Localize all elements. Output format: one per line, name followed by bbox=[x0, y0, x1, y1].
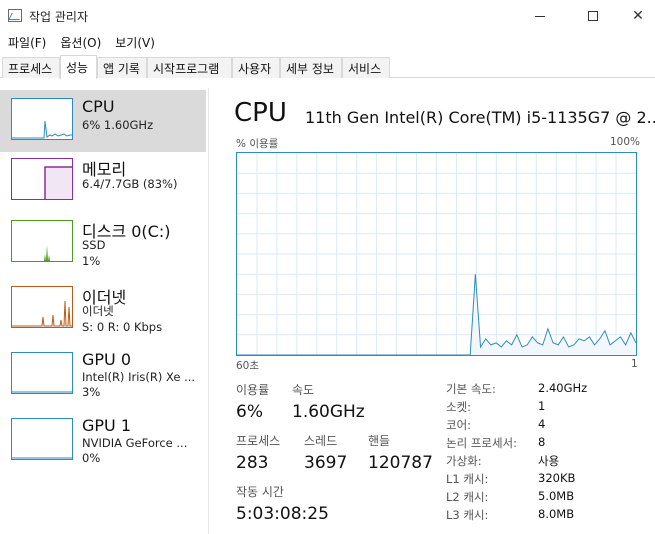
spec-label-sockets: 소켓: bbox=[446, 400, 472, 414]
resource-disk[interactable]: 디스크 0(C:) SSD 1% bbox=[0, 216, 206, 278]
tab-services[interactable]: 서비스 bbox=[342, 57, 390, 78]
cpu-thumbnail-graph bbox=[11, 98, 73, 140]
task-manager-app-icon bbox=[8, 9, 22, 22]
threads-label: 스레드 bbox=[304, 434, 338, 448]
cpu-model-name: 11th Gen Intel(R) Core(TM) i5-1135G7 @ 2… bbox=[305, 108, 655, 127]
spec-label-virtualization: 가상화: bbox=[446, 454, 482, 468]
resource-detail: NVIDIA GeForce ... bbox=[82, 436, 188, 450]
resource-detail: 6.4/7.7GB (83%) bbox=[82, 177, 178, 191]
spec-label-l2-cache: L2 캐시: bbox=[446, 490, 489, 504]
spec-value-virtualization: 사용 bbox=[538, 454, 560, 468]
tab-users[interactable]: 사용자 bbox=[232, 57, 280, 78]
resource-detail: 6% 1.60GHz bbox=[82, 118, 154, 132]
spec-label-logical-processors: 논리 프로세서: bbox=[446, 436, 518, 450]
menu-bar: 파일(F) 옵션(O) 보기(V) bbox=[0, 32, 655, 54]
close-icon: ✕ bbox=[632, 8, 644, 24]
resource-name: GPU 0 bbox=[82, 350, 132, 369]
spec-value-l1-cache: 320KB bbox=[538, 471, 576, 485]
menu-options[interactable]: 옵션(O) bbox=[56, 32, 105, 54]
resource-name: GPU 1 bbox=[82, 416, 132, 435]
resource-detail: 이더넷 bbox=[82, 304, 114, 318]
pane-divider[interactable] bbox=[208, 88, 209, 534]
speed-label: 속도 bbox=[292, 383, 315, 397]
speed-value: 1.60GHz bbox=[292, 402, 365, 422]
spec-value-logical-processors: 8 bbox=[538, 435, 546, 449]
resource-gpu-1[interactable]: GPU 1 NVIDIA GeForce ... 0% bbox=[0, 414, 206, 476]
title-bar: 작업 관리자 ✕ bbox=[0, 0, 655, 32]
utilization-value: 6% bbox=[236, 402, 263, 422]
uptime-label: 작동 시간 bbox=[236, 485, 284, 499]
maximize-icon bbox=[588, 11, 598, 21]
spec-label-l1-cache: L1 캐시: bbox=[446, 472, 489, 486]
spec-value-cores: 4 bbox=[538, 417, 546, 431]
resource-memory[interactable]: 메모리 6.4/7.7GB (83%) bbox=[0, 154, 206, 216]
threads-value: 3697 bbox=[304, 453, 348, 473]
window-title: 작업 관리자 bbox=[29, 10, 89, 24]
resource-detail: Intel(R) Iris(R) Xe ... bbox=[82, 370, 196, 384]
graph-y-label: % 이용률 bbox=[236, 138, 279, 150]
processes-value: 283 bbox=[236, 453, 269, 473]
tab-performance[interactable]: 성능 bbox=[60, 55, 97, 79]
disk-thumbnail-graph bbox=[11, 220, 73, 262]
minimize-icon bbox=[535, 15, 545, 17]
menu-file[interactable]: 파일(F) bbox=[4, 32, 50, 54]
minimize-button[interactable] bbox=[517, 0, 563, 32]
uptime-value: 5:03:08:25 bbox=[236, 504, 329, 524]
processes-label: 프로세스 bbox=[236, 434, 281, 448]
graph-x-right-label: 1 bbox=[631, 358, 638, 370]
menu-view[interactable]: 보기(V) bbox=[111, 32, 159, 54]
graph-x-left-label: 60초 bbox=[236, 360, 260, 372]
spec-label-l3-cache: L3 캐시: bbox=[446, 508, 489, 522]
utilization-label: 이용률 bbox=[236, 383, 270, 397]
close-button[interactable]: ✕ bbox=[615, 0, 655, 32]
resource-detail: 3% bbox=[82, 385, 101, 399]
resource-name: CPU bbox=[82, 97, 115, 116]
gpu-0-thumbnail-graph bbox=[11, 352, 73, 394]
tab-details[interactable]: 세부 정보 bbox=[280, 57, 342, 78]
resource-cpu[interactable]: CPU 6% 1.60GHz bbox=[0, 90, 206, 152]
resource-gpu-0[interactable]: GPU 0 Intel(R) Iris(R) Xe ... 3% bbox=[0, 348, 206, 410]
spec-label-base-speed: 기본 속도: bbox=[446, 382, 496, 396]
handles-label: 핸들 bbox=[368, 434, 391, 448]
maximize-button[interactable] bbox=[570, 0, 616, 32]
tab-processes[interactable]: 프로세스 bbox=[2, 57, 60, 78]
resource-ethernet[interactable]: 이더넷 이더넷 S: 0 R: 0 Kbps bbox=[0, 282, 206, 344]
resource-detail: 0% bbox=[82, 451, 101, 465]
ethernet-thumbnail-graph bbox=[11, 286, 73, 328]
gpu-1-thumbnail-graph bbox=[11, 418, 73, 460]
tab-app-history[interactable]: 앱 기록 bbox=[97, 57, 147, 78]
spec-value-l3-cache: 8.0MB bbox=[538, 507, 575, 521]
page-title: CPU bbox=[234, 98, 287, 128]
tab-bar: 프로세스 성능 앱 기록 시작프로그램 사용자 세부 정보 서비스 bbox=[0, 55, 655, 79]
spec-label-cores: 코어: bbox=[446, 418, 472, 432]
spec-value-l2-cache: 5.0MB bbox=[538, 489, 575, 503]
tab-startup[interactable]: 시작프로그램 bbox=[147, 57, 232, 78]
resource-list: CPU 6% 1.60GHz 메모리 6.4/7.7GB (83%) 디스크 0… bbox=[0, 88, 208, 534]
graph-y-max-label: 100% bbox=[610, 136, 641, 148]
handles-value: 120787 bbox=[368, 453, 433, 473]
resource-detail: S: 0 R: 0 Kbps bbox=[82, 320, 163, 334]
memory-thumbnail-graph bbox=[11, 158, 73, 200]
resource-detail: SSD bbox=[82, 238, 106, 252]
spec-value-base-speed: 2.40GHz bbox=[538, 381, 588, 395]
cpu-utilization-svg bbox=[237, 153, 636, 355]
resource-detail: 1% bbox=[82, 254, 101, 268]
cpu-utilization-graph bbox=[236, 152, 637, 356]
spec-value-sockets: 1 bbox=[538, 399, 546, 413]
